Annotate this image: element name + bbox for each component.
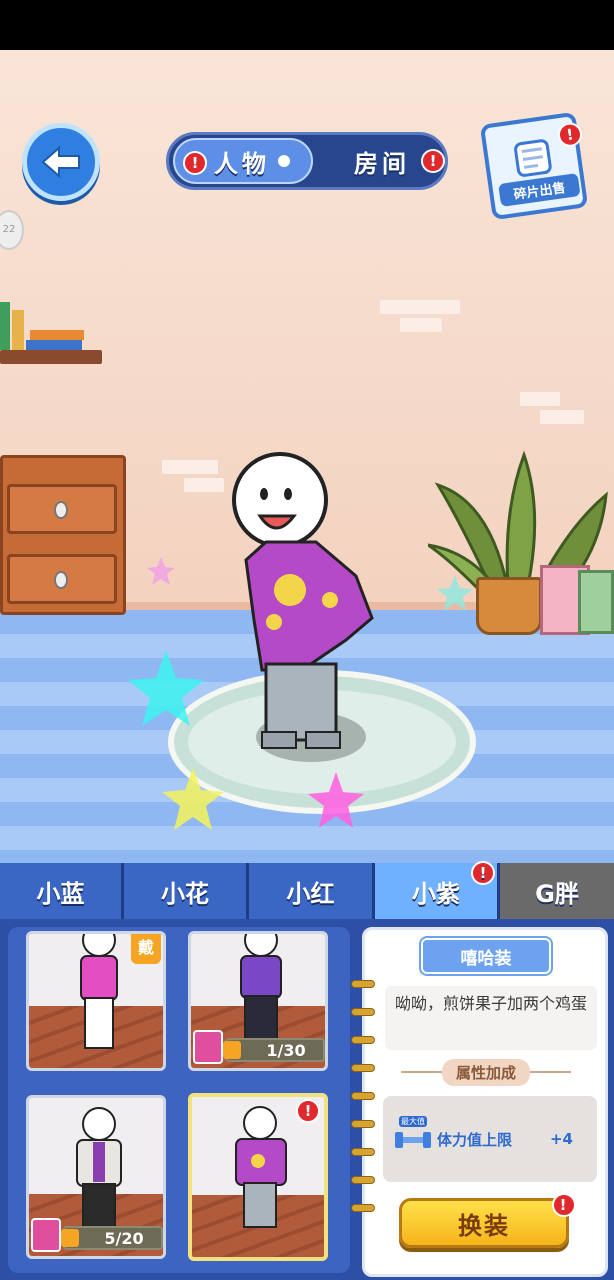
status-bar [0,0,614,50]
max-tag: 最大值 [399,1116,427,1127]
fragment-progress: 5/20 [61,1226,163,1250]
equip-button-label: 换装 [458,1211,510,1240]
attribute-name: 体力值上限 [437,1130,513,1149]
notebook-ring [351,1036,375,1044]
attribute-header-label: 属性加成 [441,1058,530,1086]
bookshelf [0,302,102,364]
notebook-ring [351,980,375,988]
alert-badge: ! [296,1099,320,1123]
outfit-description: 呦呦，煎饼果子加两个鸡蛋 [385,986,597,1050]
fragment-icon [61,1229,79,1247]
attribute-header: 属性加成 [401,1058,571,1086]
tab-character[interactable]: ! 人物 [173,138,313,184]
notebook-ring [351,1176,375,1184]
wall-brick [400,318,442,332]
drawer [7,554,117,604]
outfit-figure [80,934,118,1049]
book [26,340,82,350]
alert-badge: ! [183,151,207,175]
notebook-ring [351,1204,375,1212]
tab-xiaolan[interactable]: 小蓝 [0,863,124,919]
wall-brick [184,478,224,492]
wall-brick [162,460,218,474]
sparkle-star [162,768,224,830]
tab-label: 小花 [161,879,209,908]
fragment-progress: 1/30 [223,1038,325,1062]
tab-label: 小紫 [412,879,460,908]
sparkle-star [437,575,473,611]
sell-fragments-label: 碎片出售 [498,173,581,207]
book [12,310,24,350]
notebook-ring [351,1008,375,1016]
notebook-ring [351,1064,375,1072]
fragment-scroll-icon [514,139,552,177]
outfit-name: 嘻哈装 [421,938,551,974]
outfit-card[interactable]: 1/30 [188,931,328,1071]
view-toggle: ! 人物 房间 ! [166,132,448,190]
drawer [7,484,117,534]
outfit-figure [76,1107,122,1231]
tab-label: 小蓝 [36,879,85,908]
book [0,302,10,350]
fragment-icon [223,1041,241,1059]
sparkle-star [147,557,175,585]
sparkle-star [308,772,364,828]
dumbbell-icon: 最大值 [393,1116,433,1152]
plant-pot [476,577,542,635]
outfit-thumb-icon [193,1030,223,1064]
tab-room-label: 房间 [354,149,410,178]
alert-badge: ! [552,1193,576,1217]
outfit-card[interactable]: 5/20 [26,1095,166,1259]
tab-xiaozi[interactable]: 小紫 ! [375,861,500,919]
outfit-detail-card: 嘻哈装 呦呦，煎饼果子加两个鸡蛋 属性加成 最大值 体力值上限 +4 换装 ! [351,927,608,1277]
notebook-ring [351,1148,375,1156]
equip-button[interactable]: 换装 ! [399,1193,576,1248]
outfit-grid: 戴 1/30 5/20 ! [8,927,350,1273]
arrow-left-icon [41,145,80,179]
outfit-figure [235,1106,287,1228]
attribute-row: 最大值 体力值上限 +4 [393,1116,589,1154]
tab-label: 小红 [286,879,335,908]
outfit-card-selected[interactable]: ! [188,1093,328,1261]
tab-xiaohua[interactable]: 小花 [124,863,249,919]
outfit-thumb-icon [31,1218,61,1252]
alert-badge: ! [471,861,495,885]
tab-character-label: 人物 [214,149,270,178]
dresser [0,455,126,615]
drawer-knob [54,501,68,519]
wall-brick [380,300,460,314]
drawer-knob [54,571,68,589]
notebook-ring [351,1120,375,1128]
attribute-value: +4 [549,1130,573,1148]
selected-dot [278,155,290,167]
notebook-ring [351,1092,375,1100]
outfit-card[interactable]: 戴 [26,931,166,1071]
wardrobe-panel: 戴 1/30 5/20 ! 嘻哈装 呦呦，煎饼果子加两个鸡蛋 属性加成 最大值 … [0,919,614,1280]
wall-brick [520,392,560,406]
character-stick-figure[interactable] [226,450,386,750]
fragment-progress-text: 5/20 [104,1228,144,1248]
sell-fragments-button[interactable]: 碎片出售 ! [479,111,589,221]
alert-badge: ! [421,149,445,173]
tab-gpang[interactable]: G胖 [500,863,614,919]
character-tabs: 小蓝 小花 小红 小紫 ! G胖 [0,861,614,919]
attribute-box: 最大值 体力值上限 +4 [383,1096,597,1182]
fragment-progress-text: 1/30 [266,1040,306,1060]
game-screen: ! 人物 房间 ! 碎片出售 ! 22 小蓝 小花 小红 小紫 ! G胖 戴 1… [0,0,614,1280]
shopping-bag [578,570,614,634]
worn-tag: 戴 [131,934,161,964]
back-button[interactable] [22,123,100,201]
tab-xiaohong[interactable]: 小红 [249,863,375,919]
tab-label: G胖 [535,879,579,908]
sparkle-star [128,650,204,726]
tab-room[interactable]: 房间 ! [319,138,445,184]
book [30,330,84,340]
